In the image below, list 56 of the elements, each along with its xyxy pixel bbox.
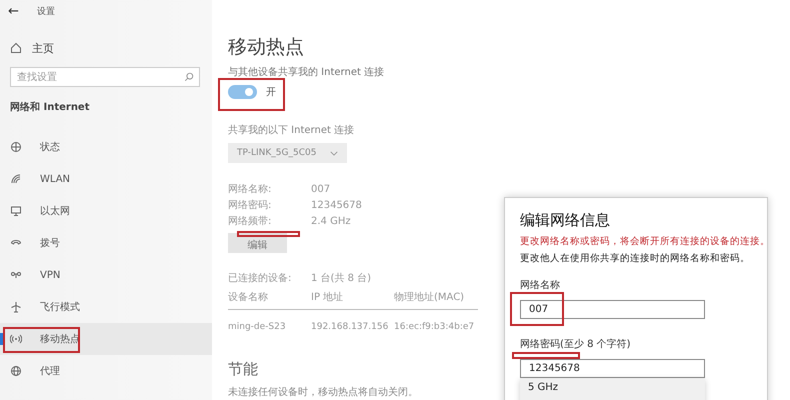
column-header: 设备名称 (228, 290, 311, 310)
section-heading: 节能 (228, 359, 258, 379)
edit-button[interactable]: 编辑 (228, 233, 287, 253)
toggle-label: 开 (266, 86, 276, 99)
info-label: 网络密码: (228, 198, 272, 213)
sidebar-item[interactable]: VPN (0, 259, 212, 291)
annotation-box (218, 78, 285, 111)
search-field[interactable]: 查找设置 (10, 67, 200, 87)
setting-label: 共享我的以下 Internet 连接 (228, 124, 354, 138)
annotation-box (512, 352, 580, 359)
back-button[interactable]: ← (8, 4, 19, 18)
dialog-description: 更改他人在使用你共享的连接时的网络名称和密码。 (520, 252, 751, 266)
password-field[interactable]: 12345678 (520, 359, 705, 378)
column-header: IP 地址 (311, 290, 394, 310)
globe-icon (10, 365, 22, 377)
sidebar-item[interactable]: 状态 (0, 131, 212, 163)
info-label: 网络名称: (228, 183, 272, 197)
info-value: 007 (311, 183, 330, 197)
hotspot-icon (10, 333, 22, 345)
window-title: 设置 (36, 6, 55, 18)
airplane-icon (10, 301, 22, 313)
wifi-icon (10, 173, 22, 185)
sidebar-item[interactable]: WLAN (0, 163, 212, 195)
table-cell-text: 16:ec:f9:b3:4b:e7 (394, 321, 476, 334)
chevron-down-icon (330, 150, 338, 156)
home-link[interactable]: 主页 (0, 38, 212, 58)
search-icon (184, 72, 194, 82)
home-icon (10, 42, 22, 54)
section-description: 未连接任何设备时，移动热点将自动关闭。 (228, 386, 418, 400)
table-cell-text: 192.168.137.156 (311, 321, 390, 334)
page-title: 移动热点 (228, 35, 304, 59)
annotation-box (510, 292, 564, 326)
info-value: 2.4 GHz (311, 215, 351, 229)
name-field[interactable]: 007 (520, 300, 705, 319)
sidebar-item[interactable]: 代理 (0, 355, 212, 387)
field-label: 网络名称 (520, 280, 560, 293)
info-label: 网络频带: (228, 214, 272, 229)
monitor-icon (10, 205, 22, 217)
field-label: 网络密码(至少 8 个字符) (520, 339, 631, 352)
sidebar-item[interactable]: 拨号 (0, 227, 212, 259)
dialog-title: 编辑网络信息 (520, 210, 611, 230)
info-value: 12345678 (311, 199, 362, 213)
sidebar-item[interactable]: 以太网 (0, 195, 212, 227)
table-cell-text: ming-de-S23 (228, 321, 287, 334)
section-heading: 网络和 Internet (9, 100, 90, 115)
network-icon (10, 269, 22, 281)
setting-label: 与其他设备共享我的 Internet 连接 (228, 66, 384, 80)
toggle-switch[interactable] (228, 85, 257, 99)
info-value: 1 台(共 8 台) (311, 272, 372, 286)
globe-icon (10, 141, 22, 153)
annotation-box (237, 231, 300, 237)
sidebar-item[interactable]: 飞行模式 (0, 291, 212, 323)
menu-item[interactable]: 5 GHz (520, 378, 705, 398)
column-header: 物理地址(MAC) (394, 290, 478, 310)
info-label: 已连接的设备: (228, 272, 292, 286)
warning-text: 更改网络名称或密码，将会断开所有连接的设备的连接。 (520, 235, 767, 249)
